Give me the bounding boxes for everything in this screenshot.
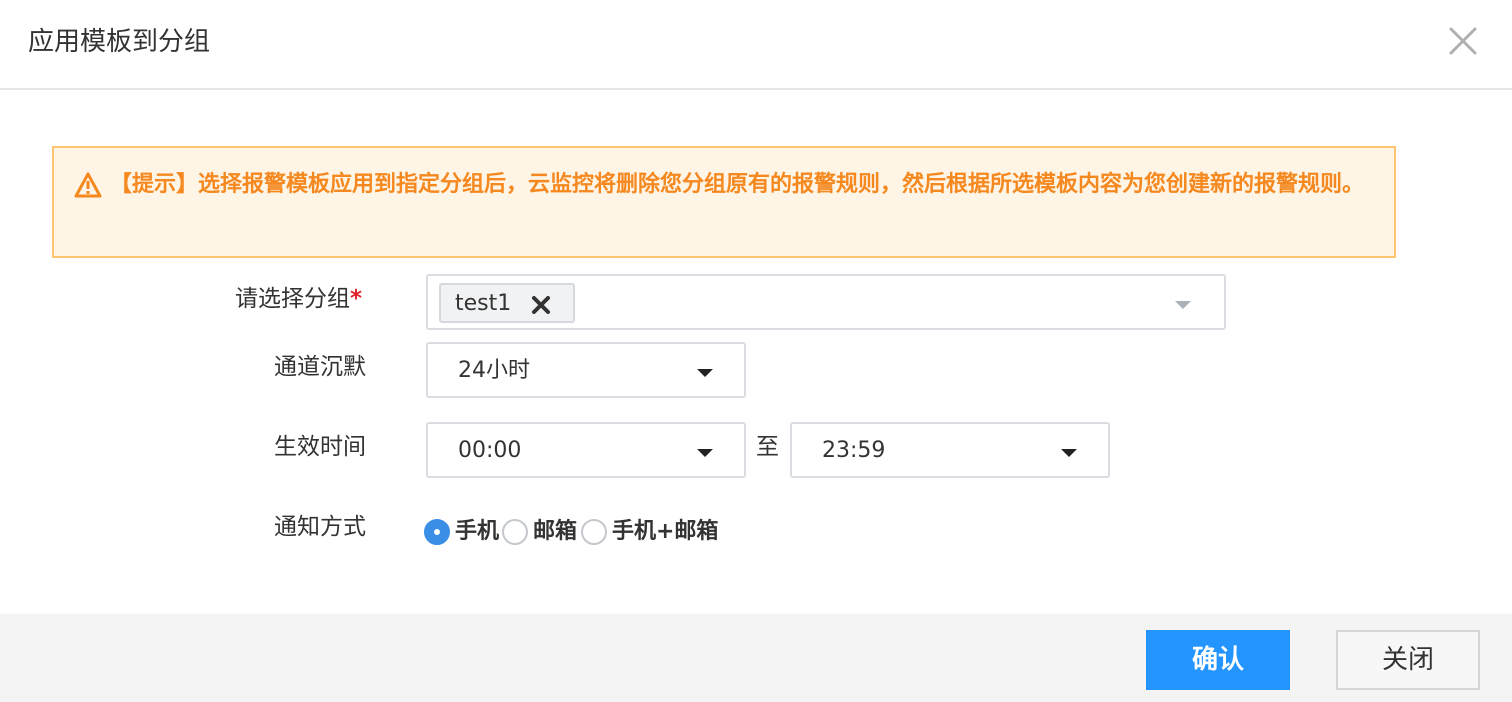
radio-label: 手机: [455, 519, 500, 544]
radio-button[interactable]: [581, 519, 607, 545]
chevron-down-icon[interactable]: [1174, 300, 1192, 310]
silence-value: 24小时: [458, 358, 530, 383]
silence-select[interactable]: 24小时: [426, 342, 746, 398]
apply-template-dialog: 应用模板到分组 【提示】选择报警模板应用到指定分组后，云监控将删除您分组原有的报…: [0, 0, 1512, 702]
close-icon[interactable]: [1446, 24, 1480, 58]
start-time-value: 00:00: [458, 438, 522, 463]
close-button[interactable]: 关闭: [1336, 630, 1480, 690]
start-time-select[interactable]: 00:00: [426, 422, 746, 478]
end-time-value: 23:59: [822, 438, 886, 463]
group-multi-select[interactable]: test1: [426, 274, 1226, 330]
end-time-select[interactable]: 23:59: [790, 422, 1110, 478]
warning-text: 【提示】选择报警模板应用到指定分组后，云监控将删除您分组原有的报警规则，然后根据…: [110, 172, 1365, 197]
radio-label: 邮箱: [533, 519, 578, 544]
group-tag: test1: [439, 283, 575, 323]
chevron-down-icon: [697, 369, 713, 377]
confirm-button[interactable]: 确认: [1146, 630, 1290, 690]
group-label-text: 请选择分组: [234, 286, 350, 312]
group-tag-label: test1: [455, 291, 512, 316]
chevron-down-icon: [697, 449, 713, 457]
silence-label: 通道沉默: [274, 354, 366, 380]
dialog-title: 应用模板到分组: [28, 27, 211, 57]
radio-label: 手机+邮箱: [612, 519, 719, 544]
dialog-footer: 确认 关闭: [0, 614, 1512, 702]
group-label: 请选择分组*: [62, 284, 362, 314]
time-separator: 至: [756, 434, 779, 460]
warning-box: 【提示】选择报警模板应用到指定分组后，云监控将删除您分组原有的报警规则，然后根据…: [52, 146, 1396, 258]
required-mark: *: [349, 286, 362, 312]
chevron-down-icon: [1061, 449, 1077, 457]
radio-button[interactable]: [424, 519, 450, 545]
notify-label: 通知方式: [274, 514, 366, 540]
radio-button[interactable]: [502, 519, 528, 545]
dialog-header: 应用模板到分组: [0, 0, 1512, 90]
effective-time-label: 生效时间: [274, 434, 366, 460]
remove-tag-icon[interactable]: [531, 295, 551, 315]
